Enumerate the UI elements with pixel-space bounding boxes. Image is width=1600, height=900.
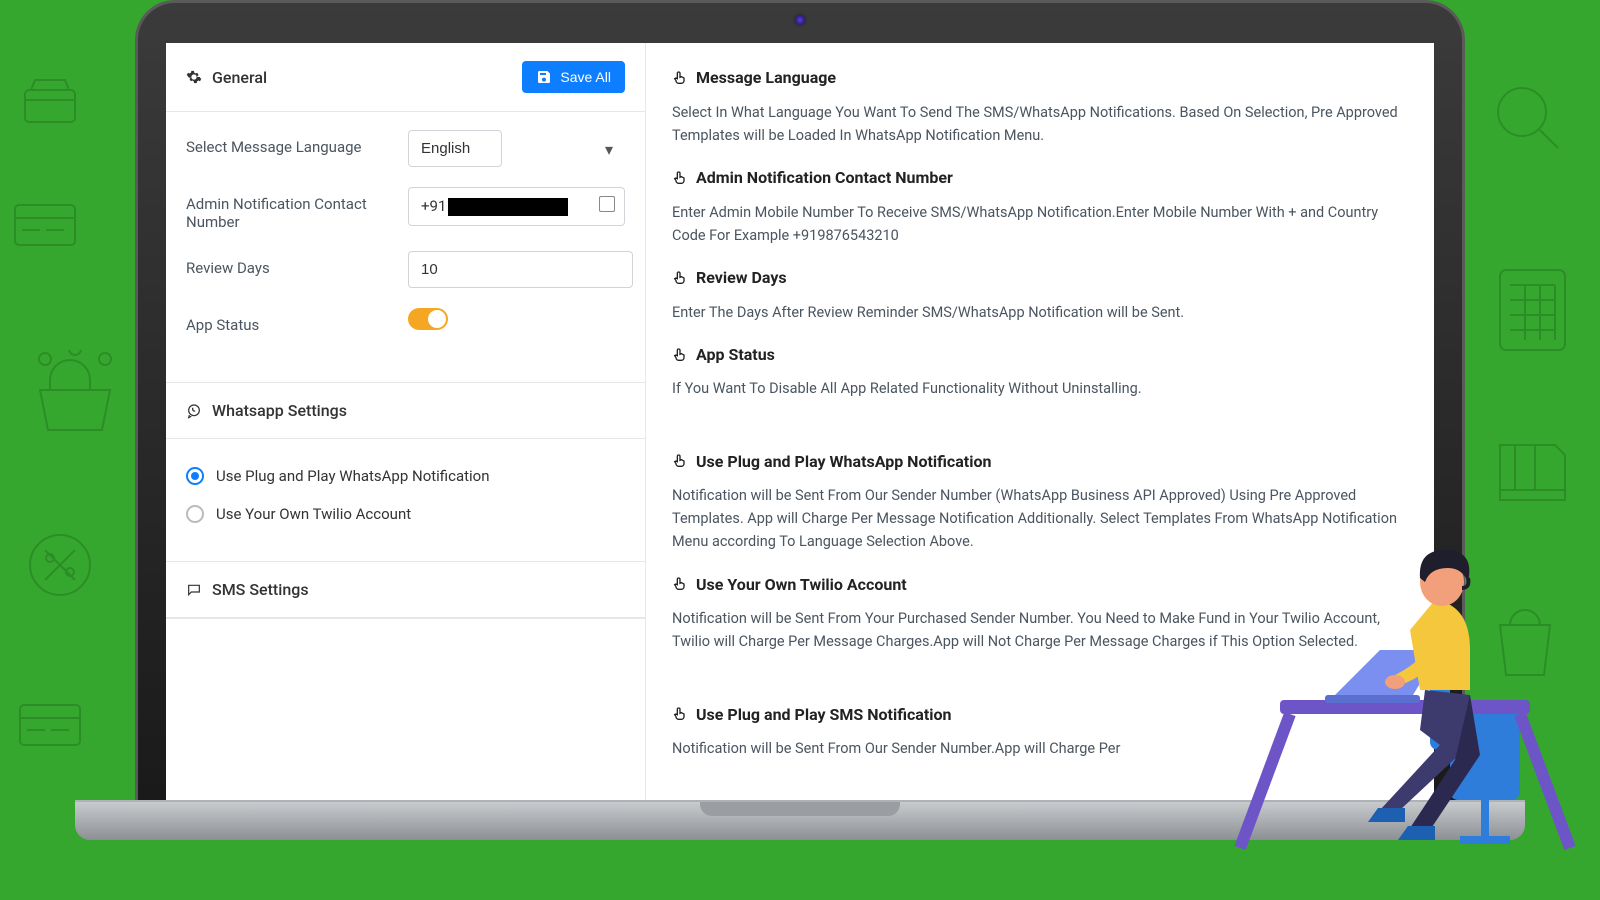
help-status-h: App Status [696,342,775,368]
app-status-toggle[interactable] [408,308,448,330]
whatsapp-twilio-label: Use Your Own Twilio Account [216,505,411,523]
laptop-base [75,800,1525,840]
sms-title: SMS Settings [212,580,309,599]
help-wa-plug-h: Use Plug and Play WhatsApp Notification [696,449,991,475]
pointer-icon [672,70,688,86]
help-status-p: If You Want To Disable All App Related F… [672,377,1408,400]
admin-contact-prefix: +91 [421,197,446,215]
help-wa-twilio-h: Use Your Own Twilio Account [696,572,907,598]
sms-card: SMS Settings [166,562,645,619]
help-msg-lang-h: Message Language [696,65,836,91]
pointer-icon [672,706,688,722]
help-review-h: Review Days [696,265,787,291]
save-all-button[interactable]: Save All [522,61,625,93]
laptop-frame: General Save All Select Messa [135,0,1465,900]
whatsapp-plug-label: Use Plug and Play WhatsApp Notification [216,467,490,485]
gear-icon [186,69,202,85]
whatsapp-icon [186,403,202,419]
help-sms-plug-p: Notification will be Sent From Our Sende… [672,737,1408,760]
app-screen: General Save All Select Messa [166,43,1434,800]
save-icon [536,69,552,85]
help-column: Message Language Select In What Language… [646,43,1434,800]
language-label: Select Message Language [186,130,396,156]
pointer-icon [672,347,688,363]
radio-unchecked-icon [186,505,204,523]
general-card: General Save All Select Messa [166,43,645,383]
help-msg-lang-p: Select In What Language You Want To Send… [672,101,1408,147]
app-status-label: App Status [186,308,396,334]
review-days-label: Review Days [186,251,396,277]
pointer-icon [672,576,688,592]
general-title: General [212,68,267,87]
help-sms-plug-h: Use Plug and Play SMS Notification [696,702,952,728]
pointer-icon [672,170,688,186]
save-all-label: Save All [560,69,611,85]
help-review-p: Enter The Days After Review Reminder SMS… [672,301,1408,324]
review-days-input[interactable] [408,251,633,288]
admin-contact-input[interactable]: +91 [408,187,625,226]
whatsapp-option-plug[interactable]: Use Plug and Play WhatsApp Notification [186,457,625,495]
camera-dot [793,13,807,27]
settings-column: General Save All Select Messa [166,43,646,800]
admin-contact-label: Admin Notification Contact Number [186,187,396,231]
whatsapp-card: Whatsapp Settings Use Plug and Play What… [166,383,645,562]
radio-checked-icon [186,467,204,485]
help-admin-p: Enter Admin Mobile Number To Receive SMS… [672,201,1408,247]
pointer-icon [672,270,688,286]
whatsapp-option-twilio[interactable]: Use Your Own Twilio Account [186,495,625,533]
chat-icon [186,582,202,598]
whatsapp-title: Whatsapp Settings [212,401,347,420]
help-wa-twilio-p: Notification will be Sent From Your Purc… [672,607,1408,653]
language-select[interactable]: English [408,130,502,167]
help-admin-h: Admin Notification Contact Number [696,165,953,191]
help-wa-plug-p: Notification will be Sent From Our Sende… [672,484,1408,554]
redacted-number [448,198,568,216]
pointer-icon [672,453,688,469]
